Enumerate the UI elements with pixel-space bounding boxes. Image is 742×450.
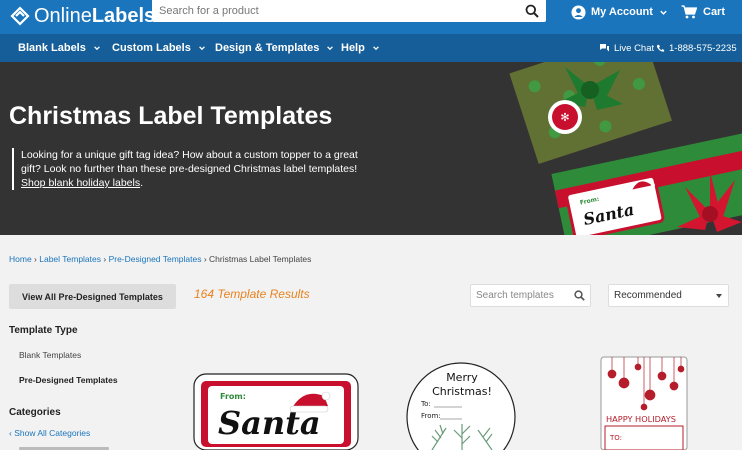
product-card-merry-christmas[interactable]: Merry Christmas! To: From: [404, 360, 518, 450]
breadcrumb-label-templates[interactable]: Label Templates [39, 254, 101, 264]
chevron-down-icon [372, 46, 379, 51]
show-all-categories-link[interactable]: ‹ Show All Categories [9, 428, 90, 438]
logo-text-bold: Labels [91, 4, 156, 27]
nav-help-label: Help [341, 42, 365, 54]
template-search [470, 284, 591, 307]
shop-blank-holiday-labels-link[interactable]: Shop blank holiday labels [21, 177, 140, 189]
view-all-pre-designed-button[interactable]: View All Pre-Designed Templates [9, 284, 176, 309]
merry-to: To: [420, 400, 431, 408]
nav-help[interactable]: Help [341, 34, 380, 62]
happy-holidays-heading: HAPPY HOLIDAYS [606, 414, 676, 424]
cart-button[interactable]: Cart [681, 3, 725, 21]
chevron-down-icon [660, 10, 667, 15]
product-search-input[interactable] [152, 0, 512, 22]
nav-blank-labels[interactable]: Blank Labels [18, 34, 101, 62]
categories-heading: Categories [9, 407, 61, 418]
chevron-down-icon [94, 46, 100, 51]
product-card-santa-tag[interactable]: From: Santa [192, 372, 360, 450]
product-card-happy-holidays[interactable]: HAPPY HOLIDAYS TO: [600, 356, 690, 450]
hero-description: Looking for a unique gift tag idea? How … [12, 148, 372, 190]
breadcrumb-current: Christmas Label Templates [209, 254, 312, 264]
breadcrumb-home[interactable]: Home [9, 254, 32, 264]
breadcrumb-separator: › [201, 254, 210, 264]
hero-banner: Christmas Label Templates Looking for a … [0, 62, 742, 235]
my-account-label: My Account [591, 6, 653, 18]
breadcrumb-pre-designed-templates[interactable]: Pre-Designed Templates [109, 254, 202, 264]
sort-select[interactable]: Recommended [608, 284, 729, 307]
hero-description-end: . [140, 177, 144, 189]
search-icon[interactable] [525, 4, 539, 18]
filter-pre-designed-templates[interactable]: Pre-Designed Templates [19, 375, 118, 385]
main-nav: Blank Labels Custom Labels Design & Temp… [0, 34, 742, 62]
merry-from: From: [421, 412, 441, 420]
cart-icon [681, 5, 697, 19]
results-count: 164 Template Results [194, 287, 310, 301]
product-search [152, 0, 546, 22]
my-account-menu[interactable]: My Account [571, 3, 668, 21]
top-bar: OnlineLabels My Account Cart [0, 0, 742, 34]
live-chat-link[interactable]: Live Chat [599, 34, 654, 62]
sort-select-value: Recommended [614, 290, 682, 301]
user-icon [571, 4, 586, 20]
nav-blank-labels-label: Blank Labels [18, 42, 86, 54]
chevron-down-icon [327, 46, 334, 51]
logo-text-prefix: Online [34, 4, 92, 27]
cart-label: Cart [703, 6, 726, 18]
template-type-heading: Template Type [9, 325, 78, 336]
show-all-categories-label: Show All Categories [14, 428, 91, 438]
site-logo[interactable]: Online Labels [9, 3, 155, 29]
nav-design-templates-label: Design & Templates [215, 42, 320, 54]
phone-link[interactable]: 1-888-575-2235 [656, 34, 737, 62]
hero-description-text: Looking for a unique gift tag idea? How … [21, 149, 358, 175]
logo-icon [10, 6, 30, 26]
chat-icon [600, 44, 609, 52]
nav-custom-labels[interactable]: Custom Labels [112, 34, 206, 62]
chevron-down-icon [199, 46, 205, 51]
template-search-input[interactable] [471, 285, 571, 306]
christmas-text: Christmas! [432, 385, 492, 398]
page-title: Christmas Label Templates [9, 102, 333, 130]
breadcrumb-separator: › [101, 254, 109, 264]
phone-icon [656, 44, 665, 52]
live-chat-label: Live Chat [614, 42, 655, 54]
happy-holidays-to: TO: [609, 434, 622, 442]
svg-text:✻: ✻ [560, 111, 569, 124]
search-icon[interactable] [574, 290, 585, 301]
filter-blank-templates[interactable]: Blank Templates [19, 350, 81, 360]
santa-tag-from: From: [220, 392, 246, 401]
gift-boxes-illustration: ✻ From: Santa [509, 62, 742, 235]
nav-custom-labels-label: Custom Labels [112, 42, 191, 54]
nav-design-templates[interactable]: Design & Templates [215, 34, 334, 62]
phone-number: 1-888-575-2235 [669, 42, 737, 54]
breadcrumb: Home › Label Templates › Pre-Designed Te… [9, 254, 311, 264]
dropdown-arrow-icon [716, 294, 722, 298]
merry-text: Merry [446, 371, 478, 384]
